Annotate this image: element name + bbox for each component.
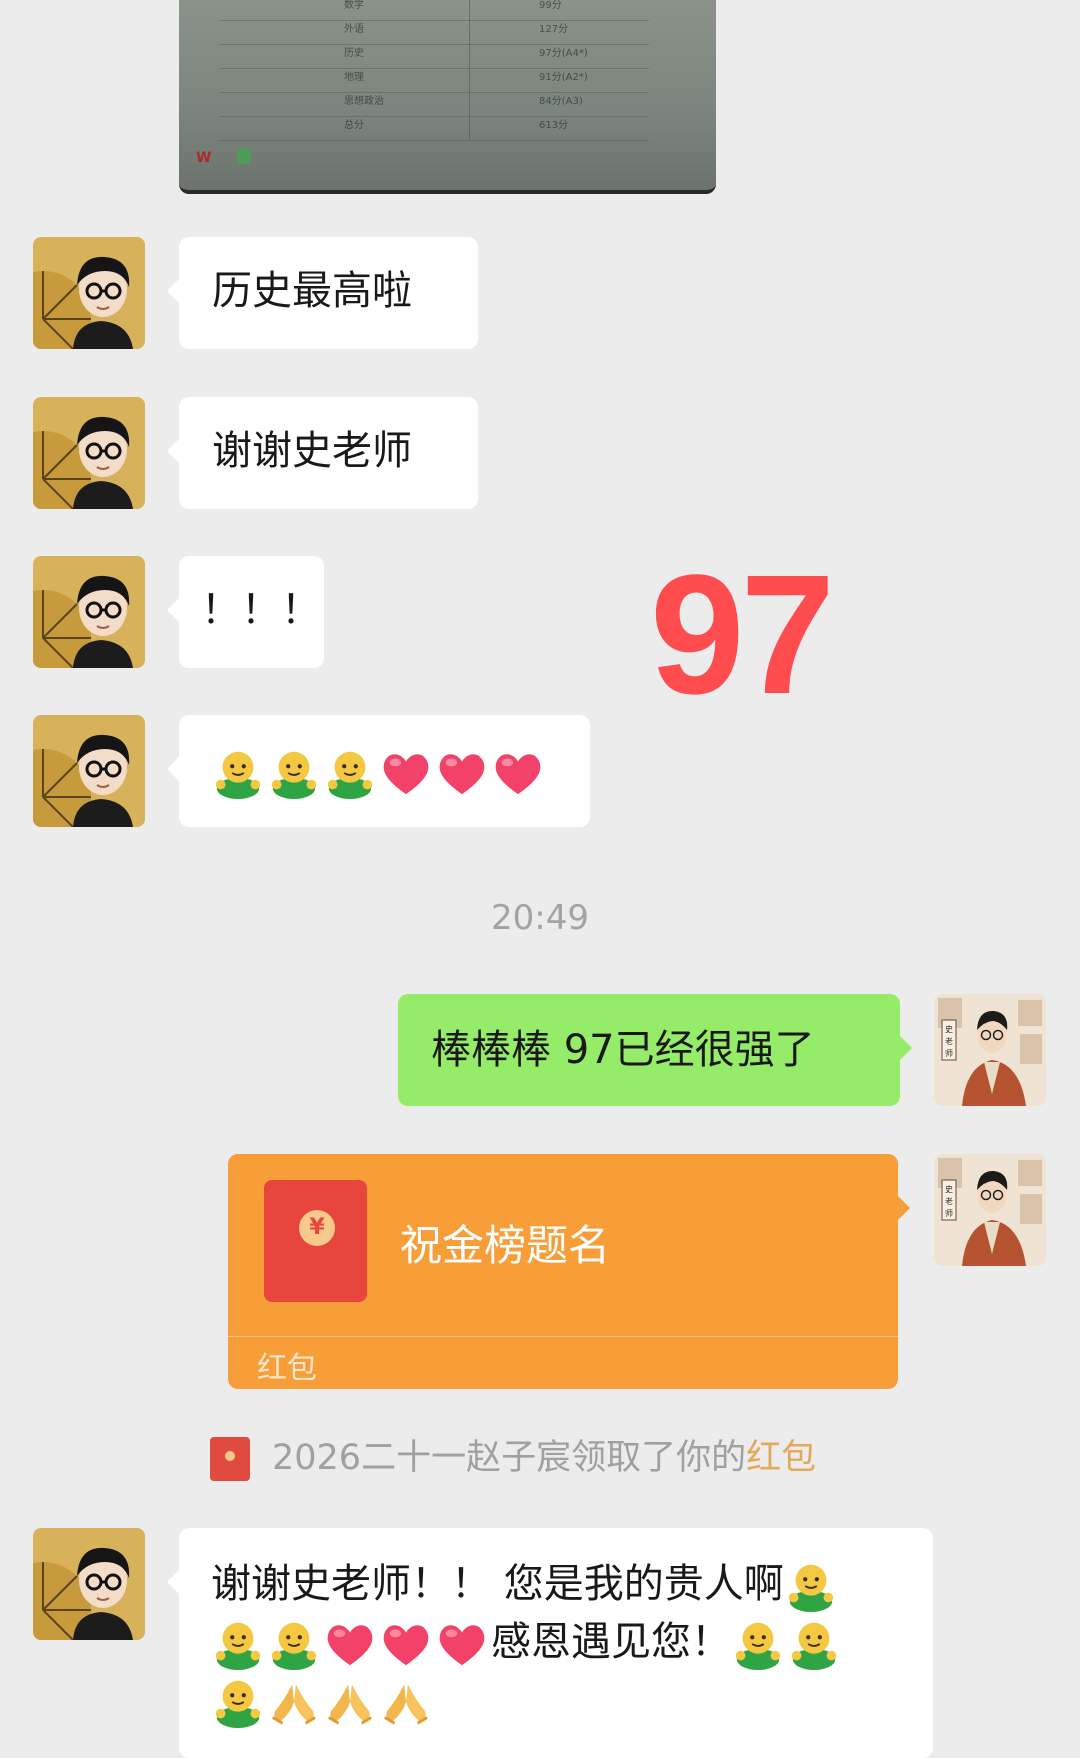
hug-emoji-icon xyxy=(784,1559,838,1613)
heart-emoji-icon xyxy=(323,1617,377,1671)
my-avatar[interactable] xyxy=(934,994,1046,1106)
system-notice: 2026二十一赵子宸领取了你的红包 xyxy=(210,1429,816,1481)
pray-emoji-icon xyxy=(323,1675,377,1729)
message-bubble[interactable]: ！！！ xyxy=(167,556,324,668)
message-text: 谢谢史老师！！ 您是我的贵人啊 xyxy=(211,1561,784,1607)
hug-emoji-icon xyxy=(323,746,377,800)
message-line-1: 谢谢史老师！！ 您是我的贵人啊 xyxy=(211,1556,911,1613)
emoji-row xyxy=(211,743,547,800)
table-row: 总分 613分 xyxy=(219,116,649,141)
message-text: ！！！ xyxy=(201,587,321,633)
message-bubble[interactable]: 谢谢史老师 xyxy=(167,397,478,509)
message-text: 历史最高啦 xyxy=(212,268,412,314)
heart-emoji-icon xyxy=(379,746,433,800)
contact-avatar[interactable] xyxy=(33,1528,145,1640)
wps-logo: W xyxy=(196,150,212,166)
hug-emoji-icon xyxy=(787,1617,841,1671)
hug-emoji-icon xyxy=(731,1617,785,1671)
message-text: 谢谢史老师 xyxy=(212,428,412,474)
hug-emoji-icon xyxy=(211,746,265,800)
contact-avatar[interactable] xyxy=(33,397,145,509)
red-packet-icon: ¥ xyxy=(264,1180,367,1302)
table-row: 外语 127分 xyxy=(219,20,649,45)
heart-emoji-icon xyxy=(435,1617,489,1671)
message-text: 棒棒棒 97已经很强了 xyxy=(431,1027,815,1073)
table-row: 思想政治 84分(A3) xyxy=(219,92,649,117)
hug-emoji-icon xyxy=(267,746,321,800)
heart-emoji-icon xyxy=(435,746,489,800)
contact-avatar[interactable] xyxy=(33,237,145,349)
contact-avatar[interactable] xyxy=(33,556,145,668)
notice-text: 2026二十一赵子宸领取了你的 xyxy=(272,1438,747,1478)
message-text: 感恩遇见您！ xyxy=(491,1619,731,1665)
pray-emoji-icon xyxy=(379,1675,433,1729)
table-row: 地理 91分(A2*) xyxy=(219,68,649,93)
message-bubble[interactable]: 历史最高啦 xyxy=(167,237,478,349)
red-packet-tag: 红包 xyxy=(257,1351,317,1386)
score-photo[interactable]: 数学 99分 外语 127分 历史 97分(A4*) 地理 91分(A2*) 思想政治 8… xyxy=(179,0,716,194)
notice-link[interactable]: 红包 xyxy=(746,1438,816,1478)
score-annotation: 97 xyxy=(650,540,835,730)
hug-emoji-icon xyxy=(267,1617,321,1671)
red-packet-title: 祝金榜题名 xyxy=(400,1221,611,1270)
app-icon xyxy=(237,148,251,164)
hug-emoji-icon xyxy=(211,1675,265,1729)
message-line-2: 感恩遇见您！ xyxy=(211,1614,911,1671)
heart-emoji-icon xyxy=(379,1617,433,1671)
table-row: 数学 99分 xyxy=(219,0,649,21)
yuan-coin-icon: ¥ xyxy=(299,1210,335,1246)
pray-emoji-icon xyxy=(267,1675,321,1729)
divider xyxy=(228,1336,898,1337)
contact-avatar[interactable] xyxy=(33,715,145,827)
message-bubble[interactable]: 谢谢史老师！！ 您是我的贵人啊 感恩遇见您！ xyxy=(167,1528,933,1758)
table-row: 历史 97分(A4*) xyxy=(219,44,649,69)
red-packet-card[interactable]: ¥ 祝金榜题名 红包 xyxy=(228,1154,910,1389)
sent-message-bubble[interactable]: 棒棒棒 97已经很强了 xyxy=(398,994,912,1106)
message-bubble[interactable] xyxy=(167,715,590,827)
hug-emoji-icon xyxy=(211,1617,265,1671)
my-avatar[interactable] xyxy=(934,1154,1046,1266)
message-line-3 xyxy=(211,1672,435,1729)
heart-emoji-icon xyxy=(491,746,545,800)
red-packet-small-icon xyxy=(210,1437,250,1481)
timestamp: 20:49 xyxy=(491,898,589,938)
